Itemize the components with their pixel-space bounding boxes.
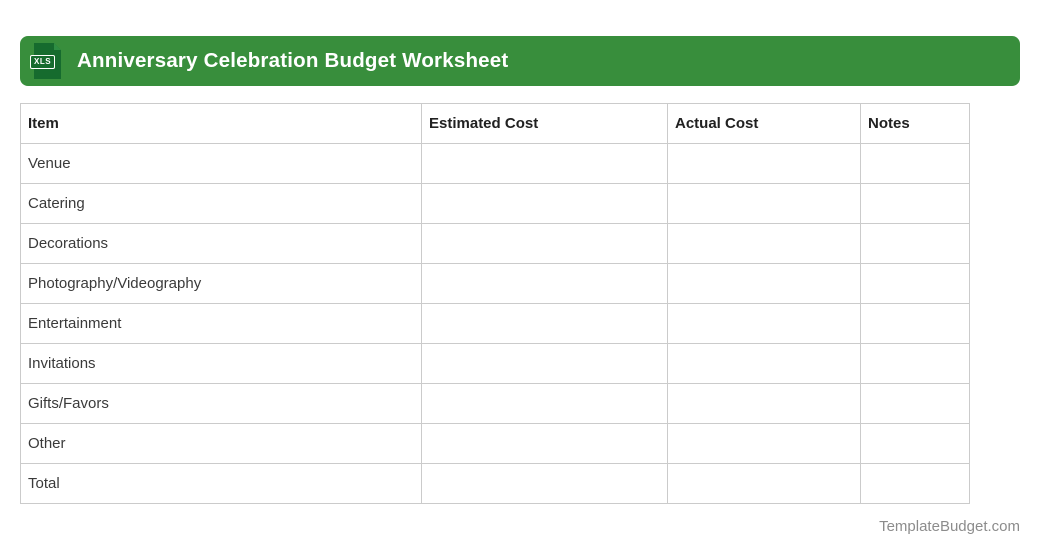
actual-cost-cell [667, 303, 861, 344]
actual-cost-cell [667, 263, 861, 304]
table-header-row: Item Estimated Cost Actual Cost Notes [20, 103, 970, 144]
footer-credit: TemplateBudget.com [879, 518, 1020, 535]
estimated-cost-cell [421, 303, 668, 344]
table-row: Photography/Videography [20, 263, 970, 304]
notes-cell [860, 303, 970, 344]
notes-cell [860, 183, 970, 224]
estimated-cost-cell [421, 183, 668, 224]
actual-cost-cell [667, 463, 861, 504]
estimated-cost-cell [421, 143, 668, 184]
actual-cost-cell [667, 383, 861, 424]
budget-table: Item Estimated Cost Actual Cost Notes Ve… [20, 103, 970, 504]
worksheet-header: XLS Anniversary Celebration Budget Works… [20, 36, 1020, 86]
column-header-item: Item [20, 103, 422, 144]
folded-corner [54, 43, 61, 50]
item-cell: Gifts/Favors [20, 383, 422, 424]
estimated-cost-cell [421, 223, 668, 264]
estimated-cost-cell [421, 263, 668, 304]
item-cell: Entertainment [20, 303, 422, 344]
actual-cost-cell [667, 343, 861, 384]
estimated-cost-cell [421, 383, 668, 424]
xls-badge-label: XLS [30, 55, 56, 69]
column-header-actual-cost: Actual Cost [667, 103, 861, 144]
item-cell: Venue [20, 143, 422, 184]
item-cell: Other [20, 423, 422, 464]
table-row: Decorations [20, 223, 970, 264]
estimated-cost-cell [421, 463, 668, 504]
xls-file-icon: XLS [30, 43, 61, 79]
notes-cell [860, 223, 970, 264]
column-header-estimated-cost: Estimated Cost [421, 103, 668, 144]
item-cell: Total [20, 463, 422, 504]
notes-cell [860, 343, 970, 384]
item-cell: Invitations [20, 343, 422, 384]
table-row: Entertainment [20, 303, 970, 344]
item-cell: Photography/Videography [20, 263, 422, 304]
notes-cell [860, 423, 970, 464]
column-header-notes: Notes [860, 103, 970, 144]
actual-cost-cell [667, 423, 861, 464]
item-cell: Decorations [20, 223, 422, 264]
estimated-cost-cell [421, 423, 668, 464]
notes-cell [860, 383, 970, 424]
table-row: Venue [20, 143, 970, 184]
item-cell: Catering [20, 183, 422, 224]
actual-cost-cell [667, 143, 861, 184]
actual-cost-cell [667, 183, 861, 224]
table-row: Gifts/Favors [20, 383, 970, 424]
page-title: Anniversary Celebration Budget Worksheet [77, 49, 509, 72]
estimated-cost-cell [421, 343, 668, 384]
table-row: Other [20, 423, 970, 464]
table-row: Invitations [20, 343, 970, 384]
table-row: Total [20, 463, 970, 504]
notes-cell [860, 143, 970, 184]
notes-cell [860, 263, 970, 304]
actual-cost-cell [667, 223, 861, 264]
table-row: Catering [20, 183, 970, 224]
notes-cell [860, 463, 970, 504]
